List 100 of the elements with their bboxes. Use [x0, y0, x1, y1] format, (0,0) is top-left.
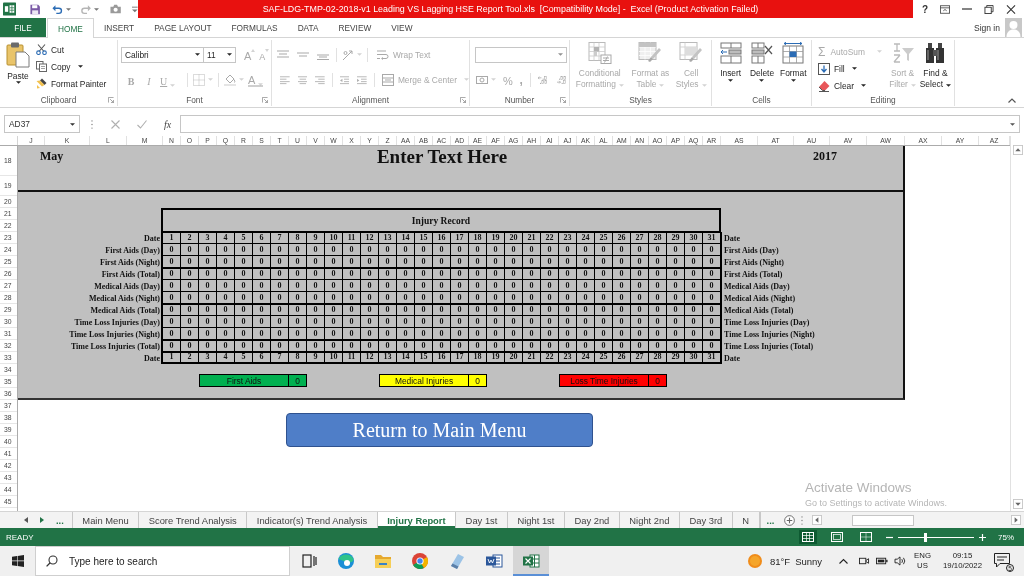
- enter-icon[interactable]: [137, 119, 147, 129]
- horizontal-scrollbar[interactable]: [809, 512, 1024, 528]
- redo-icon[interactable]: [80, 3, 92, 15]
- fill-button[interactable]: Fill: [818, 60, 885, 77]
- undo-icon[interactable]: [52, 3, 63, 15]
- ribbon-tab[interactable]: HOME: [47, 18, 94, 38]
- date-cell: 3: [199, 232, 217, 244]
- video-call-icon[interactable]: [858, 556, 871, 566]
- help-button[interactable]: ?: [922, 3, 929, 15]
- vertical-scrollbar[interactable]: [1010, 136, 1024, 511]
- font-name-dropdown[interactable]: Calibri: [121, 46, 204, 63]
- table-cell: 0: [235, 268, 253, 280]
- table-cell: 0: [253, 328, 271, 340]
- normal-view-icon[interactable]: [799, 530, 817, 544]
- table-cell: 0: [541, 316, 559, 328]
- table-cell: 0: [469, 256, 487, 268]
- copy-button[interactable]: Copy: [36, 58, 107, 75]
- file-tab[interactable]: FILE: [0, 18, 46, 37]
- table-cell: 0: [361, 256, 379, 268]
- table-cell: 0: [235, 244, 253, 256]
- scroll-down-icon[interactable]: [1012, 499, 1023, 509]
- table-cell: 0: [667, 304, 685, 316]
- spreadsheet-app-icon[interactable]: [513, 546, 549, 576]
- highlighted-grid-icon: [587, 42, 612, 64]
- date-cell: 28: [649, 232, 667, 244]
- sign-in-link[interactable]: Sign in: [974, 22, 1000, 33]
- paste-button[interactable]: Paste: [2, 40, 34, 94]
- search-field[interactable]: Type here to search: [35, 546, 290, 576]
- ribbon-tab[interactable]: FORMULAS: [221, 18, 288, 37]
- table-cell: 0: [289, 256, 307, 268]
- battery-icon[interactable]: [876, 556, 889, 566]
- delete-button[interactable]: Delete: [748, 42, 776, 94]
- drag-handle-icon[interactable]: [801, 515, 804, 525]
- close-icon[interactable]: [1006, 4, 1016, 14]
- legend-label: Medical Injuries: [379, 374, 469, 387]
- next-sheet-icon[interactable]: [40, 517, 44, 523]
- table-cell: 0: [631, 340, 649, 352]
- temperature-text[interactable]: 81°F: [769, 555, 791, 567]
- format-button[interactable]: Format: [779, 42, 807, 94]
- table-cell: 0: [199, 268, 217, 280]
- find-and-select-button[interactable]: Find & Select: [918, 42, 952, 94]
- zoom-in-icon[interactable]: [979, 533, 986, 541]
- scroll-right-icon[interactable]: [1011, 515, 1021, 525]
- clear-button[interactable]: Clear: [818, 77, 885, 94]
- scrollbar-thumb[interactable]: [852, 514, 915, 526]
- table-cell: 0: [685, 316, 703, 328]
- caret-icon: [227, 53, 232, 56]
- main-menu-button[interactable]: Return to Main Menu: [286, 413, 593, 447]
- weather-text[interactable]: Sunny: [795, 555, 823, 567]
- ribbon-tab[interactable]: PAGE LAYOUT: [144, 18, 222, 37]
- save-icon[interactable]: [30, 3, 41, 15]
- table-cell: 0: [433, 316, 451, 328]
- dialog-launcher-icon[interactable]: [560, 97, 566, 103]
- ribbon-tab[interactable]: VIEW: [381, 18, 423, 37]
- sun-icon[interactable]: [747, 554, 762, 568]
- name-box[interactable]: AD37: [4, 115, 80, 133]
- zoom-slider-thumb[interactable]: [924, 532, 928, 542]
- insert-button[interactable]: Insert: [717, 42, 745, 94]
- scroll-up-icon[interactable]: [1012, 145, 1023, 155]
- notification-icon[interactable]: [994, 553, 1010, 568]
- insert-function-button[interactable]: fx: [164, 118, 172, 130]
- previous-sheet-icon[interactable]: [24, 517, 28, 523]
- ribbon-tab[interactable]: DATA: [287, 18, 329, 37]
- format-painter-button[interactable]: Format Painter: [36, 75, 107, 92]
- font-size-dropdown[interactable]: 11: [204, 46, 236, 63]
- cut-button[interactable]: Cut: [36, 41, 107, 58]
- eraser-icon: [818, 79, 830, 92]
- chevron-up-icon[interactable]: [839, 558, 849, 564]
- customize-toolbar-icon[interactable]: [132, 5, 138, 13]
- page-break-view-icon[interactable]: [857, 530, 875, 544]
- collapse-ribbon-icon[interactable]: [1008, 98, 1016, 103]
- dialog-launcher-icon[interactable]: [460, 97, 466, 103]
- cancel-icon[interactable]: [111, 119, 120, 129]
- speaker-icon[interactable]: [894, 556, 907, 566]
- ribbon-display-options-icon[interactable]: [940, 4, 951, 14]
- drag-handle-icon[interactable]: [91, 119, 93, 129]
- dialog-launcher-icon[interactable]: [262, 97, 268, 103]
- ribbon-tab[interactable]: REVIEW: [328, 18, 382, 37]
- caret-icon: [659, 84, 665, 87]
- dialog-launcher-icon[interactable]: [108, 97, 114, 103]
- sheet-tab[interactable]: Injury Report: [377, 512, 457, 528]
- table-cell: 0: [433, 328, 451, 340]
- table-cell: 0: [523, 316, 541, 328]
- date-cell: 31: [703, 352, 721, 363]
- table-cell: 0: [307, 340, 325, 352]
- formula-input[interactable]: [180, 115, 1020, 133]
- date-cell: 4: [217, 352, 235, 363]
- table-cell: 0: [379, 292, 397, 304]
- restore-icon[interactable]: [984, 4, 994, 14]
- page-layout-view-icon[interactable]: [828, 530, 846, 544]
- new-sheet-icon[interactable]: [784, 514, 796, 526]
- table-cell: 0: [523, 268, 541, 280]
- zoom-percentage[interactable]: 75%: [998, 532, 1014, 542]
- camera-icon[interactable]: [110, 4, 122, 14]
- minimize-icon[interactable]: [962, 8, 973, 10]
- windows-logo-icon[interactable]: [12, 555, 24, 567]
- table-cell: 0: [667, 256, 685, 268]
- scroll-left-icon[interactable]: [812, 515, 823, 525]
- ribbon-tab[interactable]: INSERT: [93, 18, 145, 37]
- legend-value: 0: [289, 374, 307, 387]
